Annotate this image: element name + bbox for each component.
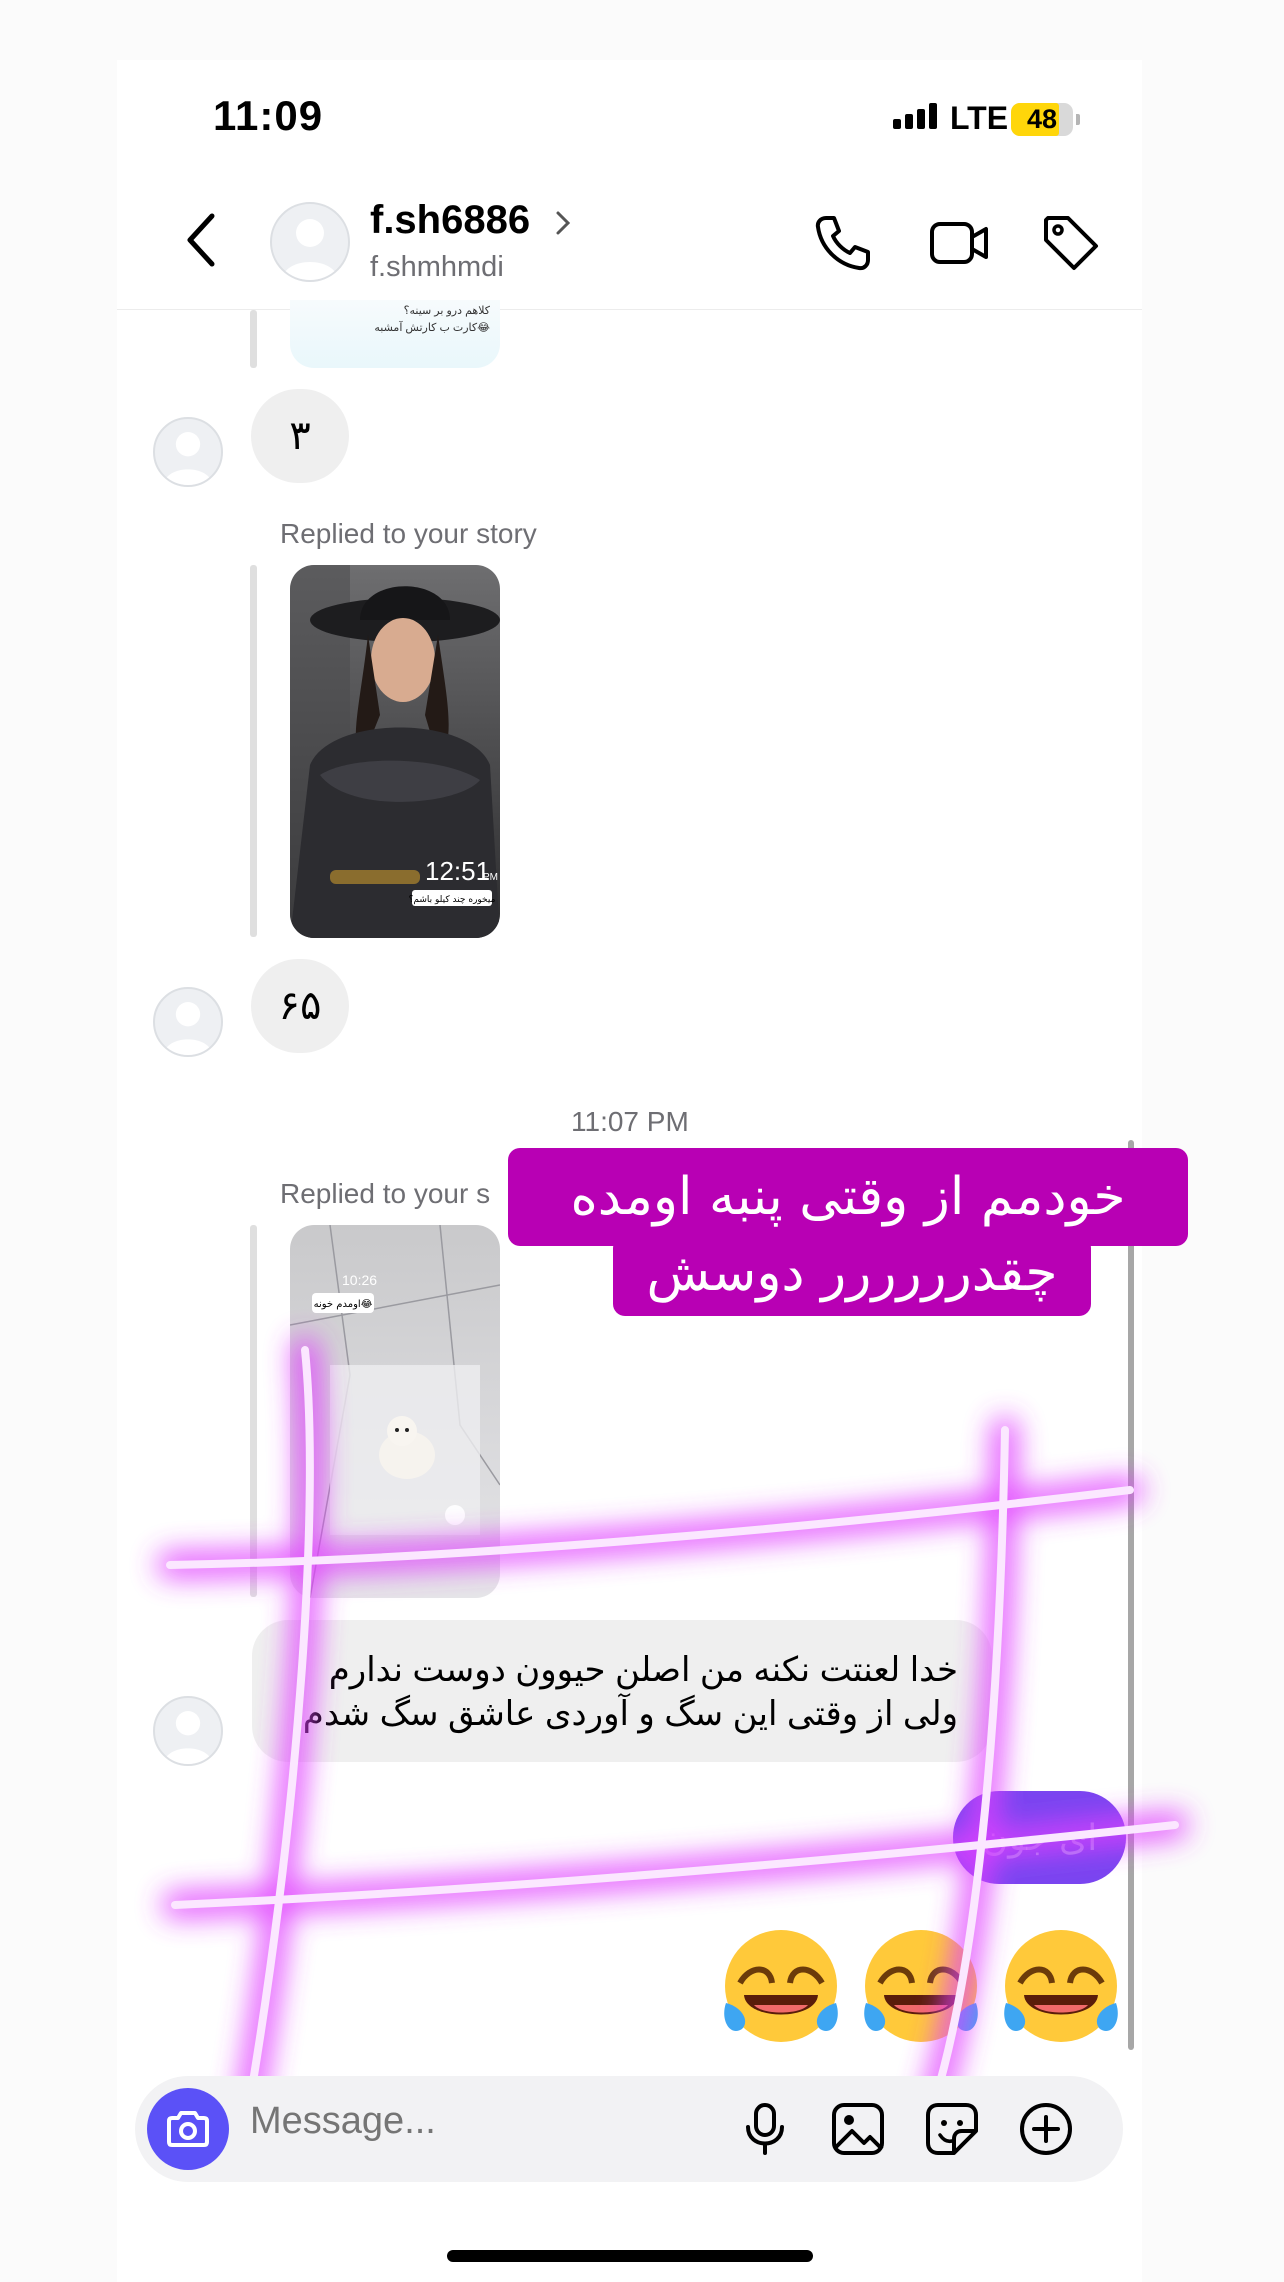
replied-to-story-label: Replied to your s: [280, 1178, 491, 1209]
story-caption: اومدم خونه😂: [314, 1299, 373, 1310]
sticker-icon[interactable]: [924, 2101, 980, 2157]
message-text: خدا لعنتت نکنه من اصلن حیوون دوست ندارم: [328, 1651, 958, 1689]
story-time: 10:26: [342, 1272, 377, 1288]
gallery-icon[interactable]: [830, 2101, 886, 2157]
overlay-text-line: چقدرررررر دوسش دارم: [613, 1236, 1091, 1377]
battery-level: 48: [1026, 104, 1058, 134]
contact-avatar[interactable]: [270, 202, 350, 282]
scrollbar[interactable]: [1128, 1140, 1134, 2050]
story-thumbnail[interactable]: 10:26 اومدم خونه😂: [290, 1225, 500, 1598]
battery-icon: 48: [1011, 103, 1080, 136]
my-message-bubble[interactable]: ای جون: [953, 1791, 1126, 1884]
story-caption: میخوره چند کیلو باشم؟: [409, 895, 496, 905]
story-caption: کلاهم درو بر سینه؟: [403, 305, 490, 317]
laughing-tears-icon: [1004, 1930, 1118, 2042]
header-divider: [117, 309, 1142, 310]
emoji-message[interactable]: [720, 1925, 1122, 2047]
status-time: 11:09: [213, 92, 324, 139]
story-time: 12:51: [425, 856, 490, 886]
sender-avatar[interactable]: [153, 417, 223, 487]
story-thumbnail[interactable]: 12:51 PM میخوره چند کیلو باشم؟: [290, 565, 500, 938]
back-arrow-icon[interactable]: [178, 210, 226, 270]
sender-avatar[interactable]: [153, 987, 223, 1057]
network-label: LTE: [950, 100, 1009, 136]
phone-call-icon[interactable]: [812, 212, 874, 274]
microphone-icon[interactable]: [737, 2101, 793, 2157]
signal-icon: [893, 103, 937, 129]
contact-handle: f.shmhmdi: [370, 251, 504, 283]
laughing-tears-icon: [724, 1930, 838, 2042]
add-icon[interactable]: [1018, 2101, 1074, 2157]
message-text: ولی از وقتی این سگ و آوردی عاشق سگ شدم: [302, 1695, 958, 1733]
reply-line: [250, 1225, 257, 1597]
home-indicator[interactable]: [447, 2250, 813, 2262]
contact-username[interactable]: f.sh6886: [370, 198, 530, 243]
video-call-icon[interactable]: [928, 212, 990, 274]
chevron-right-icon[interactable]: [553, 208, 573, 238]
svg-text:PM: PM: [483, 872, 498, 883]
replied-to-story-label: Replied to your story: [280, 518, 537, 549]
story-caption: کارت ب کارتش آمشبه😂: [374, 322, 490, 334]
tag-icon[interactable]: [1040, 212, 1102, 274]
story-preview[interactable]: کلاهم درو بر سینه؟ کارت ب کارتش آمشبه😂: [290, 300, 500, 368]
sender-avatar[interactable]: [153, 1696, 223, 1766]
reply-line: [250, 565, 257, 937]
message-input[interactable]: [250, 2100, 690, 2143]
camera-button[interactable]: [147, 2088, 229, 2170]
camera-icon: [167, 2111, 209, 2147]
reply-line: [250, 310, 257, 368]
message-bubble[interactable]: ٣: [251, 389, 349, 483]
message-bubble[interactable]: خدا لعنتت نکنه من اصلن حیوون دوست ندارم …: [252, 1620, 992, 1762]
message-bubble[interactable]: ۶۵: [251, 959, 349, 1053]
laughing-tears-icon: [864, 1930, 978, 2042]
overlay-text-line: خودمم از وقتی پنبه اومده فهمیدم: [508, 1148, 1188, 1325]
message-timestamp: 11:07 PM: [571, 1106, 689, 1137]
